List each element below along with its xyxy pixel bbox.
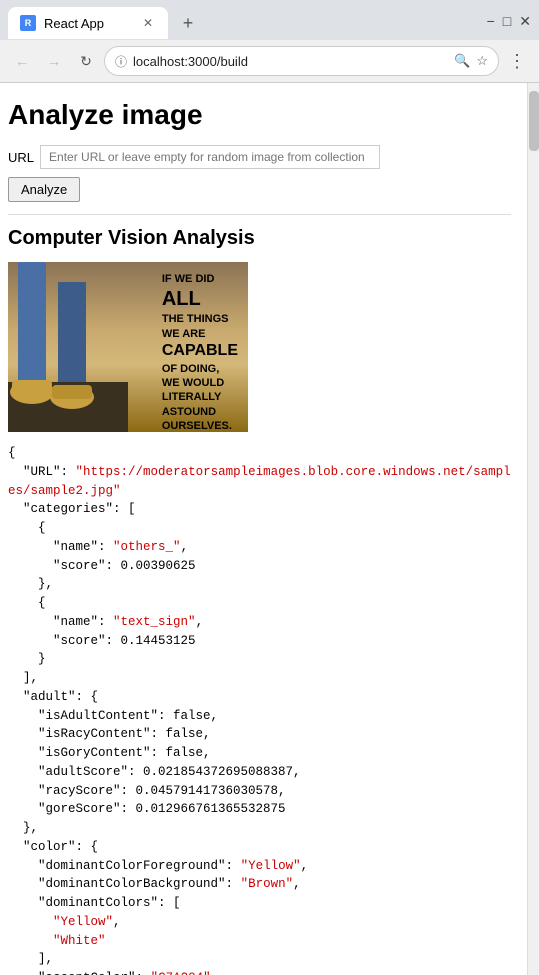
bookmark-icon[interactable]: ☆	[476, 53, 488, 69]
browser-chrome: R React App ✕ + − □ ✕ ← → ↻ ⓘ localhost:…	[0, 0, 539, 83]
json-output: { "URL": "https://moderatorsampleimages.…	[8, 444, 511, 975]
window-controls: − □ ✕	[487, 13, 531, 34]
analysis-image: IF WE DID ALL THE THINGS WE ARE CAPABLE …	[8, 262, 248, 432]
lock-icon: ⓘ	[115, 53, 127, 70]
page-title: Analyze image	[8, 99, 511, 131]
url-label: URL	[8, 150, 34, 165]
window-close-button[interactable]: ✕	[519, 13, 531, 30]
active-tab[interactable]: R React App ✕	[8, 7, 168, 39]
section-title: Computer Vision Analysis	[8, 227, 511, 250]
url-input-row: URL	[8, 145, 511, 169]
refresh-button[interactable]: ↻	[72, 47, 100, 75]
tab-title: React App	[44, 16, 132, 31]
tab-bar: R React App ✕ + − □ ✕	[0, 0, 539, 40]
scrollbar-thumb[interactable]	[529, 91, 539, 151]
forward-button[interactable]: →	[40, 47, 68, 75]
address-bar[interactable]: ⓘ localhost:3000/build 🔍 ☆	[104, 46, 499, 76]
section-divider	[8, 214, 511, 215]
analyze-button[interactable]: Analyze	[8, 177, 80, 202]
maximize-button[interactable]: □	[503, 13, 511, 29]
address-text: localhost:3000/build	[133, 54, 448, 69]
nav-bar: ← → ↻ ⓘ localhost:3000/build 🔍 ☆ ⋮	[0, 40, 539, 82]
tab-favicon: R	[20, 15, 36, 31]
url-input[interactable]	[40, 145, 380, 169]
scrollbar[interactable]	[527, 83, 539, 975]
tab-close-button[interactable]: ✕	[140, 15, 156, 31]
image-feet-svg	[8, 262, 128, 432]
page-content: Analyze image URL Analyze Computer Visio…	[0, 83, 527, 975]
browser-menu-button[interactable]: ⋮	[503, 47, 531, 75]
minimize-button[interactable]: −	[487, 13, 495, 29]
address-search-icon[interactable]: 🔍	[454, 53, 470, 69]
new-tab-button[interactable]: +	[174, 9, 202, 37]
motivational-text: IF WE DID ALL THE THINGS WE ARE CAPABLE …	[162, 272, 238, 432]
back-button[interactable]: ←	[8, 47, 36, 75]
main-container: Analyze image URL Analyze Computer Visio…	[0, 83, 539, 975]
